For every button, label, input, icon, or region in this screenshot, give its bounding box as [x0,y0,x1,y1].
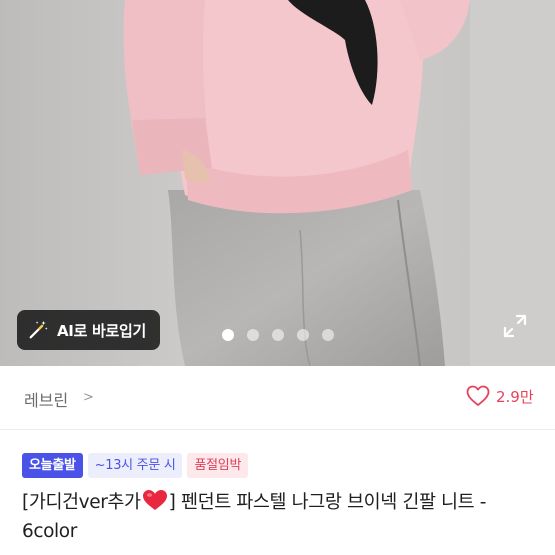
slide-dot-3[interactable] [272,329,284,341]
heart-emoji-icon [142,490,167,510]
slide-dot-4[interactable] [297,329,309,341]
slide-dot-5[interactable] [322,329,334,341]
order-deadline-badge: ~13시 주문 시 [87,453,183,478]
shipping-badges: 오늘출발 ~13시 주문 시 품절임박 [22,453,249,478]
ai-try-on-label: AI로 바로입기 [57,321,147,340]
like-button[interactable]: 2.9만 [466,385,534,407]
slide-dot-2[interactable] [247,329,259,341]
slide-indicator [222,329,334,341]
product-title: [가디건ver추가 ] 펜던트 파스텔 나그랑 브이넥 긴팔 니트 - 6col… [22,488,542,546]
like-count: 2.9만 [496,387,534,406]
heart-outline-icon [466,385,490,406]
today-shipping-badge: 오늘출발 [22,453,83,478]
low-stock-badge: 품절임박 [187,453,249,478]
product-title-prefix: [가디건ver추가 [22,492,141,513]
ai-try-on-button[interactable]: AI로 바로입기 [17,310,161,350]
expand-icon[interactable] [502,313,528,339]
product-image-gallery[interactable]: AI로 바로입기 [0,0,555,366]
magic-wand-icon [29,320,48,339]
chevron-right-icon: > [83,390,94,405]
shop-name-link[interactable]: 레브린 [24,387,68,411]
shop-row: 레브린 > 2.9만 [0,366,555,430]
slide-dot-1[interactable] [222,329,234,341]
